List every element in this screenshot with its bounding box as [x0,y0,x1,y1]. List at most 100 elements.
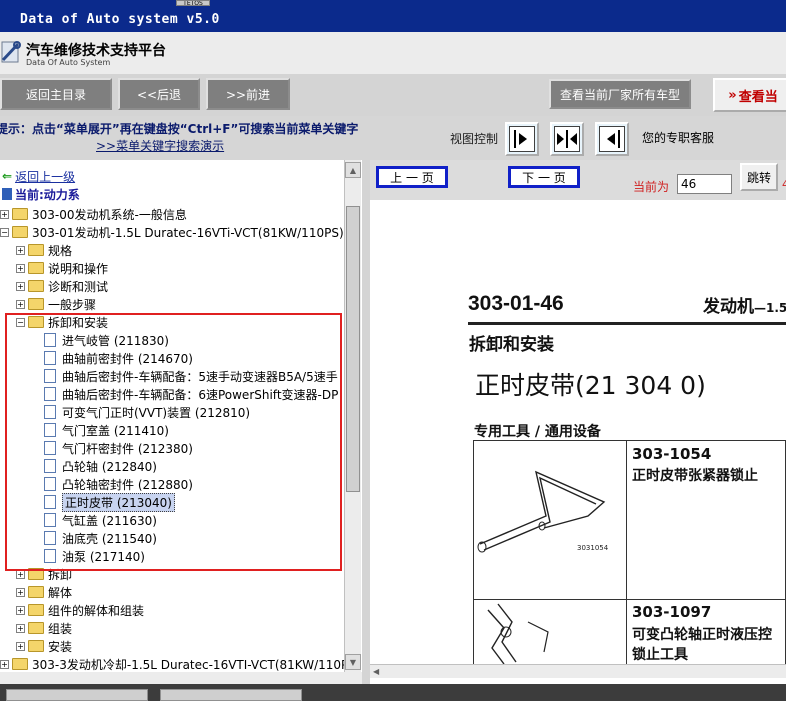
hint-text: 提示：点击“菜单展开”再在键盘按“Ctrl+F”可搜索当前菜单关键字 [0,122,359,136]
doc-engine-heading: 发动机—1.5 [703,292,786,317]
expand-icon[interactable]: + [0,209,9,219]
tree-item-label[interactable]: 规格 [48,242,72,259]
prev-page-button[interactable]: 上 一 页 [376,166,448,188]
tool-name-2-line-1: 可变凸轮轴正时液压控 [632,627,772,643]
tree-item-label[interactable]: 组件的解体和组装 [48,602,144,619]
double-chevron-icon: » [728,87,737,103]
expand-icon[interactable]: + [16,299,25,309]
window-title: Data of Auto system v5.0 [20,12,220,27]
tree-back-row[interactable]: ⇐ 返回上一级 [2,167,75,185]
doc-engine-label: 发动机 [703,297,754,317]
highlight-box [5,313,342,571]
tool-code-1: 303-1054 [632,445,712,463]
window-tab[interactable]: TETOS [176,0,210,6]
arrow-right-icon [509,126,535,152]
brand-name-cn: 汽车维修技术支持平台 [26,43,166,59]
expand-icon[interactable]: + [16,605,25,615]
tree-item-label[interactable]: 303-00发动机系统-一般信息 [32,206,187,223]
tools-table-rowline [473,599,786,600]
doc-title: 正时皮带(21 304 0) [475,371,706,400]
page-total-label: 4 [782,178,786,191]
tree-item-label[interactable]: 303-01发动机-1.5L Duratec-16VTi-VCT(81KW/11… [32,224,356,241]
brand-name-en: Data Of Auto System [26,58,111,67]
folder-icon [12,208,28,220]
tool-name-1: 正时皮带张紧器锁止 [632,468,758,484]
tree-folder-item[interactable]: − 303-01发动机-1.5L Duratec-16VTi-VCT(81KW/1… [0,223,356,241]
page-number-input[interactable] [677,174,732,194]
scroll-down-icon[interactable]: ▼ [345,654,361,670]
expand-icon[interactable]: + [16,281,25,291]
collapse-icon[interactable]: − [0,227,9,237]
tree-folder-item[interactable]: + 组件的解体和组装 [16,601,144,619]
folder-icon [28,586,44,598]
doc-rule [468,322,786,325]
tensioner-lock-tool-image [477,470,606,553]
tree-item-label[interactable]: 解体 [48,584,72,601]
doc-tools-heading: 专用工具 / 通用设备 [474,424,601,440]
back-arrow-icon: ⇐ [2,169,13,183]
scroll-thumb[interactable] [346,206,360,492]
home-button[interactable]: 返回主目录 [0,78,112,110]
next-page-button[interactable]: 下 一 页 [508,166,580,188]
expand-icon[interactable]: + [0,659,9,669]
tree-current-label: 当前:动力系 [15,187,80,202]
wrench-logo-icon [1,41,21,63]
current-node-icon [2,188,12,200]
tree-folder-item[interactable]: + 诊断和测试 [16,277,108,295]
expand-icon[interactable]: + [16,263,25,273]
arrow-left-icon [599,126,625,152]
expand-icon[interactable]: + [16,587,25,597]
folder-icon [28,244,44,256]
tree-folder-item[interactable]: +303-00发动机系统-一般信息 [0,205,187,223]
tree-folder-item[interactable]: + 说明和操作 [16,259,108,277]
tool-code-2: 303-1097 [632,603,712,621]
doc-engine-suffix: —1.5 [754,301,786,315]
tree-folder-item[interactable]: +303-3发动机冷却-1.5L Duratec-16VTI-VCT(81KW/… [0,655,356,673]
tools-table-divider [626,440,627,670]
expand-icon[interactable]: + [16,245,25,255]
tree-folder-item[interactable]: + 一般步骤 [16,295,96,313]
scroll-left-icon[interactable]: ◀ [373,667,383,677]
forward-button[interactable]: >>前进 [206,78,290,110]
tree-item-label[interactable]: 组装 [48,620,72,637]
back-button[interactable]: <<后退 [118,78,200,110]
tree-item-label[interactable]: 一般步骤 [48,296,96,313]
view-expand-left-button[interactable] [595,122,629,156]
view-expand-right-button[interactable] [505,122,539,156]
camshaft-lock-tool-image [487,603,549,664]
folder-icon [28,622,44,634]
tree-folder-item[interactable]: + 解体 [16,583,72,601]
folder-icon [28,262,44,274]
tree-folder-item[interactable]: + 规格 [16,241,72,259]
tree-item-label[interactable]: 诊断和测试 [48,278,108,295]
panel-divider[interactable] [362,160,370,684]
current-page-label: 当前为 [633,180,670,194]
tree-item-label[interactable]: 303-3发动机冷却-1.5L Duratec-16VTI-VCT(81KW/1… [32,656,356,673]
document-hscrollbar[interactable]: ◀ [370,664,786,678]
tree-folder-item[interactable]: + 组装 [16,619,72,637]
view-current-label: 查看当 [738,89,778,105]
expand-icon[interactable]: + [16,623,25,633]
view-current-button[interactable]: » 查看当 [713,78,786,112]
scroll-up-icon[interactable]: ▲ [345,162,361,178]
tree-hscrollbar[interactable] [0,672,362,684]
folder-icon [12,226,28,238]
status-button-1[interactable] [6,689,148,701]
tree-folder-item[interactable]: + 安装 [16,637,72,655]
view-split-button[interactable] [550,122,584,156]
tool-name-2-line-2: 锁止工具 [632,647,688,663]
folder-icon [28,604,44,616]
tree-item-label[interactable]: 安装 [48,638,72,655]
folder-icon [28,640,44,652]
jump-button[interactable]: 跳转 [740,163,778,191]
search-demo-link[interactable]: >>菜单关键字搜索演示 [96,137,224,154]
tree-scrollbar[interactable]: ▲ ▼ [344,160,361,672]
folder-icon [12,658,28,670]
status-button-2[interactable] [160,689,302,701]
all-models-button[interactable]: 查看当前厂家所有车型 [549,79,691,109]
tree-item-label[interactable]: 说明和操作 [48,260,108,277]
tree-back-link[interactable]: 返回上一级 [15,168,75,185]
doc-page-number: 303-01-46 [468,292,564,315]
expand-icon[interactable]: + [16,641,25,651]
split-arrows-icon [554,126,580,152]
